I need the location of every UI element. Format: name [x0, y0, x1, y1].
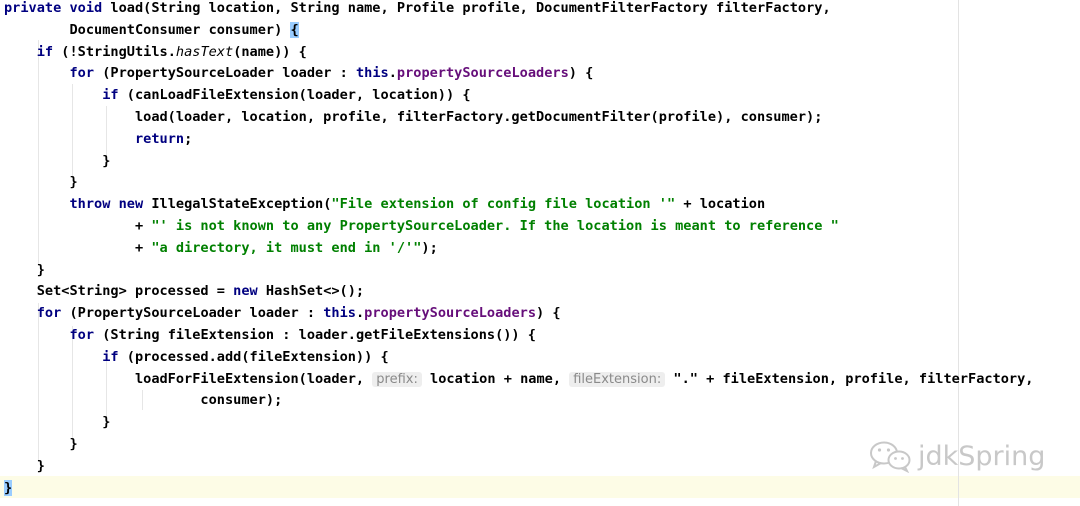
keyword-token: if [102, 87, 119, 104]
right-margin-guide [958, 0, 959, 506]
code-line[interactable]: } [4, 259, 45, 281]
code-line[interactable]: loadForFileExtension(loader, prefix: loc… [4, 368, 1034, 390]
keyword-token: this [355, 65, 389, 82]
code-line[interactable]: + "a directory, it must end in '/'"); [4, 237, 438, 259]
watermark: jdkSpring [868, 436, 1045, 476]
keyword-token: private [4, 0, 62, 16]
code-token: ) { [568, 65, 594, 82]
code-line[interactable]: Set<String> processed = new HashSet<>(); [4, 280, 364, 302]
keyword-token: for [69, 65, 95, 82]
code-line[interactable]: } [4, 455, 45, 477]
keyword-token: new [233, 283, 258, 300]
watermark-text: jdkSpring [918, 440, 1046, 472]
field-reference: propertySourceLoaders [396, 65, 569, 82]
code-token: } [4, 261, 45, 278]
code-token: . [355, 305, 365, 322]
code-line[interactable]: if (processed.add(fileExtension)) { [4, 346, 389, 368]
keyword-token: if [102, 348, 119, 365]
wechat-icon [870, 441, 911, 473]
code-editor[interactable]: private void load(String location, Strin… [0, 0, 1080, 506]
code-line[interactable]: if (canLoadFileExtension(loader, locatio… [4, 84, 471, 106]
keyword-token: return [134, 130, 185, 147]
code-line[interactable]: load(loader, location, profile, filterFa… [4, 106, 822, 128]
code-token: + [4, 239, 152, 256]
string-literal: "File extension of config file location … [331, 196, 676, 213]
code-token: (PropertySourceLoader loader : [61, 305, 324, 322]
code-token: + location [675, 196, 766, 213]
code-line[interactable]: } [4, 150, 110, 172]
code-token: . [388, 65, 397, 82]
code-token: ; [184, 130, 193, 147]
code-token: (canLoadFileExtension(loader, location))… [118, 87, 471, 104]
string-literal: "a directory, it must end in '/'" [151, 239, 422, 256]
code-token: load(String location, String name, Profi… [102, 0, 831, 16]
code-token: (!StringUtils. [53, 43, 176, 60]
code-token: (String fileExtension : loader.getFileEx… [94, 327, 536, 343]
code-line[interactable]: } [4, 411, 110, 433]
code-line[interactable]: for (String fileExtension : loader.getFi… [4, 324, 536, 346]
code-token: ); [421, 239, 438, 256]
matched-brace: { [290, 21, 299, 38]
code-line[interactable]: + "' is not known to any PropertySourceL… [4, 215, 839, 237]
static-method-call: hasText [175, 43, 234, 60]
code-line[interactable]: } [4, 477, 13, 499]
parameter-hint: fileExtension: [569, 371, 666, 387]
code-token: } [4, 436, 78, 452]
code-line[interactable]: for (PropertySourceLoader loader : this.… [4, 302, 561, 324]
code-token: (name)) { [233, 43, 307, 60]
code-line[interactable]: for (PropertySourceLoader loader : this.… [4, 62, 593, 84]
parameter-hint: prefix: [372, 371, 422, 387]
code-token: (processed.add(fileExtension)) { [118, 348, 389, 365]
keyword-token: this [323, 305, 356, 322]
code-line[interactable]: if (!StringUtils.hasText(name)) { [4, 41, 307, 63]
code-line[interactable]: } [4, 171, 78, 193]
code-token: DocumentConsumer consumer) [4, 21, 291, 38]
code-token: consumer); [4, 392, 283, 409]
code-token: + [4, 218, 152, 234]
code-token: (PropertySourceLoader loader : [94, 65, 356, 82]
code-line[interactable]: private void load(String location, Strin… [4, 0, 831, 19]
code-line[interactable]: DocumentConsumer consumer) { [4, 19, 299, 41]
code-line[interactable]: throw new IllegalStateException("File ex… [4, 193, 765, 215]
code-token: Set<String> processed = [4, 283, 234, 300]
code-token: HashSet<>(); [257, 283, 365, 300]
string-literal: "' is not known to any PropertySourceLoa… [151, 218, 839, 234]
code-token: IllegalStateException( [143, 196, 332, 213]
code-token: ) { [536, 305, 561, 322]
matched-brace: } [4, 479, 13, 496]
code-token: "." + fileExtension, profile, filterFact… [665, 370, 1034, 387]
keyword-token: void [69, 0, 103, 16]
caret-line-highlight [0, 476, 1080, 498]
keyword-token: for [36, 305, 62, 322]
code-line[interactable]: return; [4, 128, 192, 150]
keyword-token: for [69, 327, 95, 343]
code-line[interactable]: consumer); [4, 389, 282, 411]
keyword-token: new [118, 196, 144, 213]
code-token: loadForFileExtension(loader, [4, 370, 373, 387]
keyword-token: if [36, 43, 54, 60]
field-reference: propertySourceLoaders [364, 305, 537, 322]
code-token: } [4, 174, 78, 191]
code-token: location + name, [421, 370, 570, 387]
code-line[interactable]: } [4, 433, 78, 455]
code-token: load(loader, location, profile, filterFa… [4, 109, 823, 125]
code-token: } [4, 152, 111, 169]
code-token: } [4, 414, 111, 431]
keyword-token: throw [69, 196, 111, 213]
code-token: } [4, 457, 45, 474]
